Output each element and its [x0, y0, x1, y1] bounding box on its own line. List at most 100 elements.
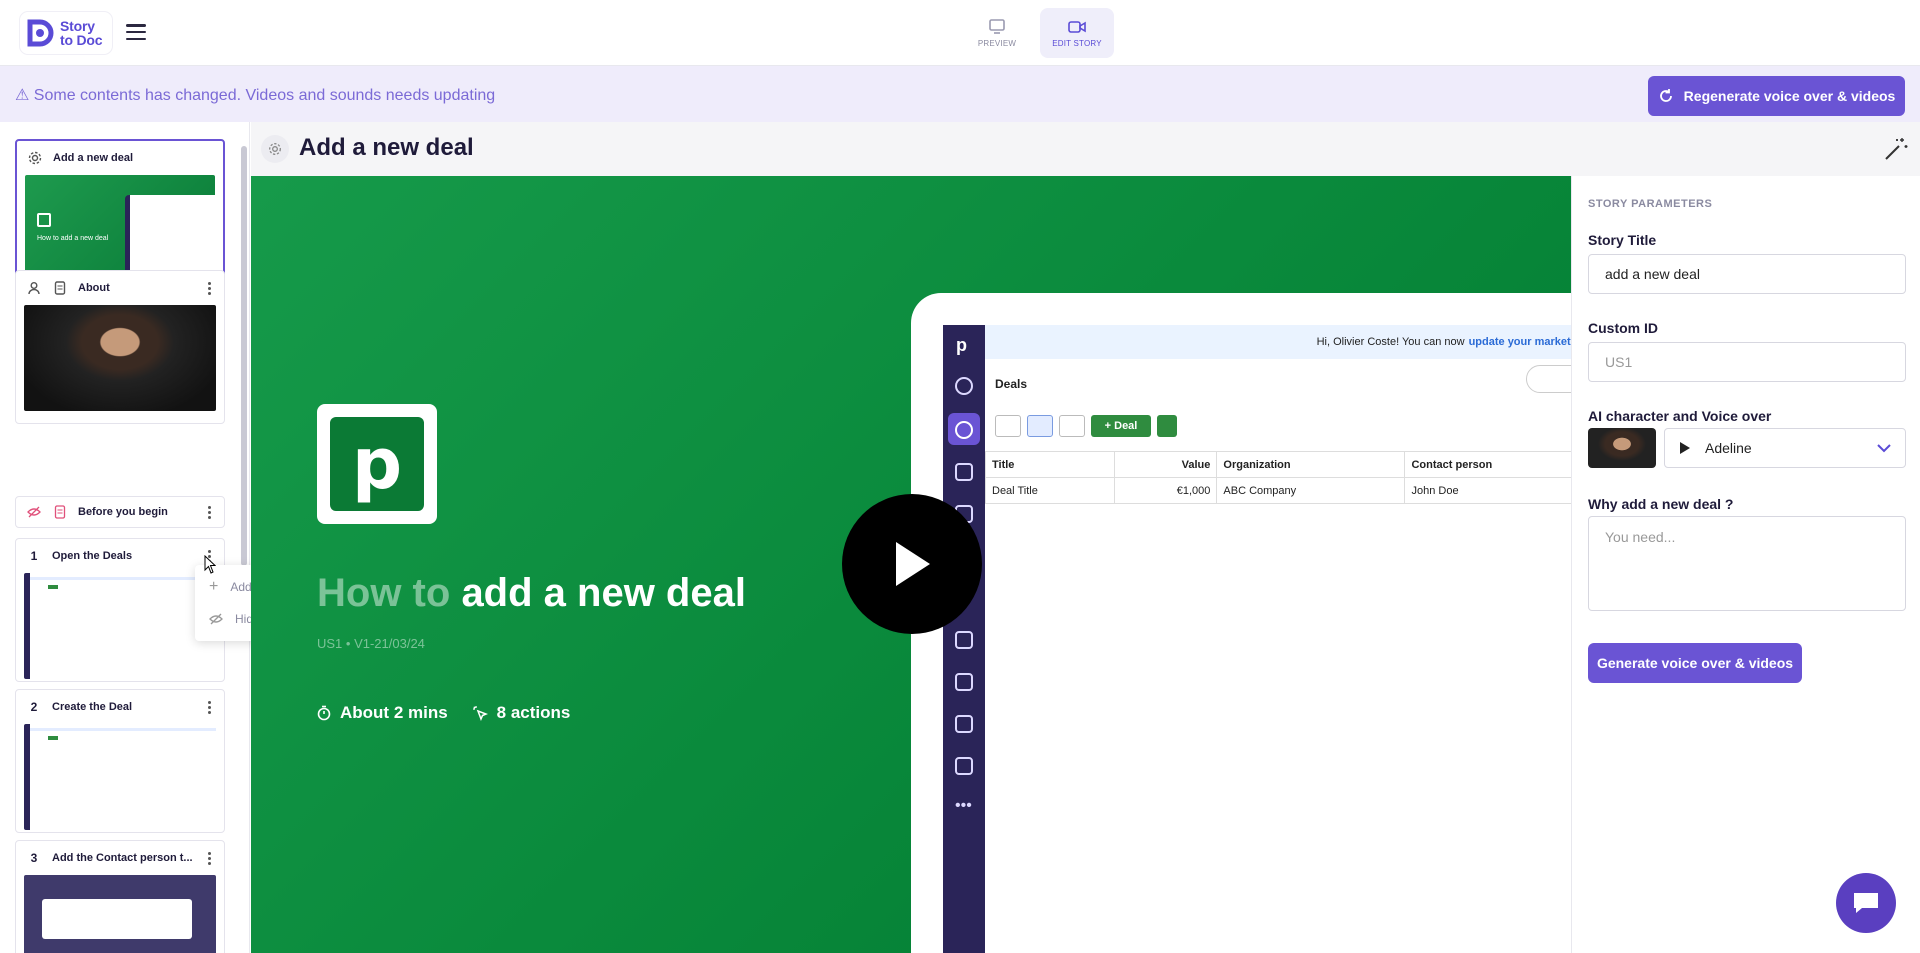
play-button[interactable]: [842, 494, 982, 634]
mockup-deals-table: Title Value Organization Contact person …: [984, 451, 1571, 504]
pipedrive-logo: p: [317, 404, 437, 524]
column-header: Value: [1114, 451, 1218, 478]
forecast-view-icon: [1059, 415, 1085, 437]
preview-title-main: add a new deal: [461, 571, 746, 615]
mockup-logo-icon: p: [956, 335, 967, 355]
custom-id-input[interactable]: US1: [1588, 342, 1906, 382]
step-card-1[interactable]: 1 Open the Deals: [15, 538, 225, 682]
preview-title-prefix: How to: [317, 571, 451, 615]
mockup-nav: p •••: [943, 325, 985, 953]
regenerate-button-label: Regenerate voice over & videos: [1683, 88, 1896, 104]
table-cell: John Doe: [1404, 477, 1571, 504]
sidebar-scrollbar[interactable]: [241, 146, 247, 566]
story-title-label: Story Title: [1588, 232, 1657, 248]
top-bar: Story to Doc PREVIEW EDIT STORY: [0, 0, 1920, 66]
cover-thumbnail: How to add a new deal: [25, 175, 215, 281]
mouse-cursor-icon: [204, 555, 216, 574]
refresh-icon: [1659, 89, 1672, 102]
list-view-icon: [1027, 415, 1053, 437]
table-cell: Deal Title: [984, 477, 1116, 504]
target-icon: [955, 377, 973, 395]
pipeline-view-icon: [995, 415, 1021, 437]
step-card-title: Before you begin: [78, 506, 168, 518]
preview-mode-button[interactable]: PREVIEW: [960, 8, 1034, 58]
column-header: Organization: [1216, 451, 1406, 478]
why-textarea[interactable]: You need...: [1588, 516, 1906, 611]
step-card-title: Add a new deal: [53, 152, 134, 164]
step-number: 3: [30, 851, 38, 865]
story-title-input[interactable]: add a new deal: [1588, 254, 1906, 294]
steps-sidebar: Add a new deal How to add a new deal Abo…: [0, 122, 250, 953]
more-options-icon[interactable]: [204, 281, 214, 295]
chat-bubble-icon: [1854, 893, 1878, 913]
preview-stats: About 2 mins 8 actions: [317, 703, 570, 723]
voice-select-value: Adeline: [1705, 440, 1752, 456]
task-icon: [955, 463, 973, 481]
video-camera-icon: [1068, 20, 1086, 33]
more-options-icon[interactable]: [204, 851, 214, 865]
column-header: Title: [984, 451, 1116, 478]
checklist-icon: [52, 504, 68, 520]
story-to-doc-logo[interactable]: Story to Doc: [20, 12, 112, 54]
dollar-icon: [955, 421, 973, 439]
column-header: Contact person: [1404, 451, 1571, 478]
story-parameters-panel: STORY PARAMETERS Story Title add a new d…: [1571, 176, 1920, 953]
story-header: Add a new deal: [251, 122, 1920, 176]
mockup-deals-title: Deals: [995, 377, 1028, 391]
edit-story-mode-button[interactable]: EDIT STORY: [1040, 8, 1114, 58]
document-icon: [52, 280, 68, 296]
ai-character-label: AI character and Voice over: [1588, 408, 1772, 424]
generate-button[interactable]: Generate voice over & videos: [1588, 643, 1802, 683]
magic-wand-icon[interactable]: [1883, 136, 1909, 162]
mockup-deal-dropdown-icon: [1157, 415, 1177, 437]
ai-character-avatar[interactable]: [1588, 428, 1656, 468]
mockup-search-icon: [1526, 365, 1571, 393]
play-icon: [1680, 442, 1690, 454]
page-title: Add a new deal: [299, 134, 474, 161]
more-icon: •••: [955, 797, 972, 814]
chevron-down-icon: [1877, 444, 1891, 453]
mockup-notice-text: Hi, Olivier Coste! You can now: [1316, 336, 1465, 348]
store-icon: [955, 757, 973, 775]
step-thumbnail: [24, 573, 216, 679]
edit-story-mode-label: EDIT STORY: [1052, 38, 1102, 48]
more-options-icon[interactable]: [204, 505, 214, 519]
more-options-icon[interactable]: [204, 700, 214, 714]
chart-icon: [955, 673, 973, 691]
plus-icon: +: [209, 578, 219, 595]
step-card-before-you-begin[interactable]: Before you begin: [15, 496, 225, 528]
table-cell: €1,000: [1114, 477, 1218, 504]
menu-hamburger-icon[interactable]: [126, 22, 146, 42]
preview-version-meta: US1 • V1-21/03/24: [317, 636, 425, 651]
step-thumbnail: [24, 724, 216, 830]
step-card-title: About: [78, 282, 110, 294]
mockup-notice-link: update your marketing pref: [1468, 336, 1571, 348]
click-icon: [472, 706, 488, 721]
contact-card-icon: [955, 631, 973, 649]
step-card-about[interactable]: About: [15, 270, 225, 424]
box-icon: [955, 715, 973, 733]
voice-select[interactable]: Adeline: [1664, 428, 1906, 468]
preview-mode-label: PREVIEW: [977, 38, 1017, 48]
logo-mark-icon: [27, 19, 54, 47]
why-label: Why add a new deal ?: [1588, 496, 1734, 512]
step-card-3[interactable]: 3 Add the Contact person t...: [15, 840, 225, 953]
step-card-2[interactable]: 2 Create the Deal: [15, 689, 225, 833]
duration-text: About 2 mins: [340, 703, 448, 722]
eye-off-icon: [209, 613, 223, 625]
mockup-add-deal-button: + Deal: [1091, 415, 1151, 437]
app-mockup: p ••• Hi, Olivier Coste! You can now upd…: [911, 293, 1571, 953]
step-card-title: Create the Deal: [52, 701, 133, 713]
monitor-icon: [989, 18, 1005, 34]
play-icon: [896, 542, 930, 586]
chat-support-button[interactable]: [1836, 873, 1896, 933]
step-card-title: Open the Deals: [52, 550, 133, 562]
step-number: 1: [30, 549, 38, 563]
step-number: 2: [30, 700, 38, 714]
story-settings-icon[interactable]: [261, 135, 289, 163]
pipedrive-logo-letter: p: [330, 417, 424, 511]
regenerate-button[interactable]: Regenerate voice over & videos: [1648, 76, 1905, 116]
step-card-title: Add the Contact person t...: [52, 852, 193, 864]
mockup-notice: Hi, Olivier Coste! You can now update yo…: [985, 325, 1571, 359]
table-cell: ABC Company: [1216, 477, 1406, 504]
